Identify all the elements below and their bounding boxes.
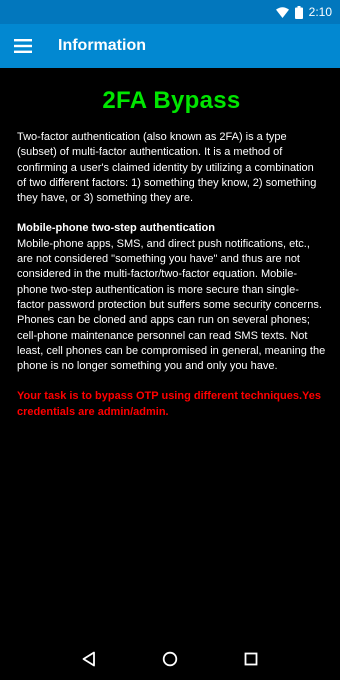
status-bar: 2:10 (0, 0, 340, 24)
task-text: Your task is to bypass OTP using differe… (17, 390, 322, 418)
status-time: 2:10 (308, 5, 332, 19)
page-title: 2FA Bypass (102, 87, 241, 114)
navigation-bar (0, 638, 340, 680)
app-bar-title: Information (58, 37, 146, 54)
section-paragraph: Mobile-phone apps, SMS, and direct push … (17, 237, 326, 373)
intro-paragraph: Two-factor authentication (also known as… (17, 131, 317, 205)
home-icon[interactable] (150, 639, 190, 679)
recents-icon[interactable] (231, 639, 271, 679)
menu-icon[interactable] (0, 24, 46, 68)
wifi-icon (275, 6, 289, 18)
battery-icon (294, 5, 303, 19)
back-icon[interactable] (69, 639, 109, 679)
app-bar: Information (0, 24, 340, 68)
content-area: 2FA Bypass Two-factor authentication (al… (0, 68, 340, 420)
section-heading: Mobile-phone two-step authentication (17, 222, 215, 235)
